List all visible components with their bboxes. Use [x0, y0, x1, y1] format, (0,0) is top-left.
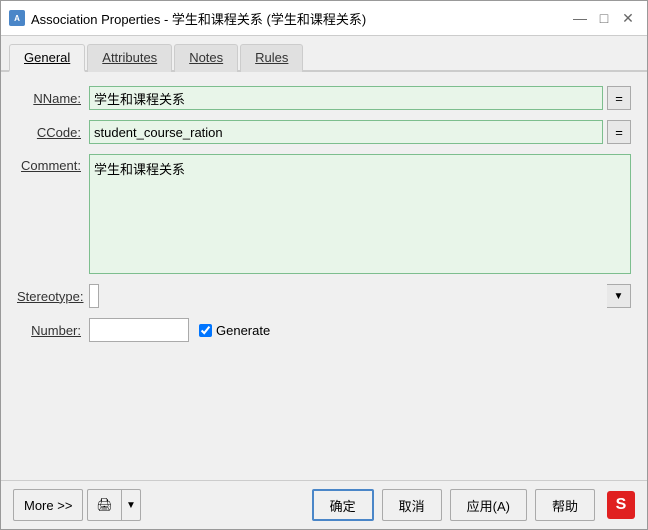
cancel-button[interactable]: 取消	[382, 489, 442, 521]
comment-row: Comment: 学生和课程关系	[17, 154, 631, 274]
stereotype-dropdown-icon: ▼	[607, 284, 631, 308]
name-row: NName: =	[17, 86, 631, 110]
code-label: CCode:	[17, 125, 89, 140]
generate-checkbox[interactable]	[199, 324, 212, 337]
number-label: Number:	[17, 323, 89, 338]
more-button[interactable]: More >>	[13, 489, 83, 521]
name-label-text: Name:	[43, 91, 81, 106]
comment-field: 学生和课程关系	[89, 154, 631, 274]
name-label: NName:	[17, 91, 89, 106]
close-button[interactable]: ✕	[617, 7, 639, 29]
tab-general-label: eneral	[34, 50, 70, 65]
code-row: CCode: =	[17, 120, 631, 144]
maximize-button[interactable]: □	[593, 7, 615, 29]
apply-button[interactable]: 应用(A)	[450, 489, 527, 521]
comment-label: Comment:	[17, 154, 89, 173]
footer-right: 确定 取消 应用(A) 帮助 S	[312, 489, 635, 521]
code-field: =	[89, 120, 631, 144]
window-title: Association Properties - 学生和课程关系 (学生和课程关…	[31, 9, 366, 28]
main-window: A Association Properties - 学生和课程关系 (学生和课…	[0, 0, 648, 530]
tab-attributes-label: ttributes	[111, 50, 157, 65]
footer-left: More >> 🖨 ▼	[13, 489, 141, 521]
form-content: NName: = CCode: = Comment: 学生和课程关系	[1, 72, 647, 480]
tab-general[interactable]: General	[9, 44, 85, 72]
number-label-text: Number:	[31, 323, 81, 338]
stereotype-select[interactable]	[89, 284, 99, 308]
comment-label-text: Comment:	[21, 158, 81, 173]
tab-rules[interactable]: Rules	[240, 44, 303, 72]
tab-bar: General Attributes Notes Rules	[1, 36, 647, 72]
number-input[interactable]	[89, 318, 189, 342]
svg-text:A: A	[14, 14, 20, 23]
number-field: Generate	[89, 318, 631, 342]
stereotype-label-text: tereotype:	[26, 289, 84, 304]
code-label-text: Code:	[46, 125, 81, 140]
name-input[interactable]	[89, 86, 603, 110]
print-icon: 🖨	[88, 490, 122, 520]
title-bar: A Association Properties - 学生和课程关系 (学生和课…	[1, 1, 647, 36]
name-eq-button[interactable]: =	[607, 86, 631, 110]
stereotype-row: Stereotype: ▼	[17, 284, 631, 308]
tab-attributes[interactable]: Attributes	[87, 44, 172, 72]
number-row: Number: Generate	[17, 318, 631, 342]
comment-textarea[interactable]: 学生和课程关系	[89, 154, 631, 274]
code-input[interactable]	[89, 120, 603, 144]
generate-label: Generate	[216, 323, 270, 338]
title-bar-left: A Association Properties - 学生和课程关系 (学生和课…	[9, 9, 366, 28]
stereotype-select-wrapper: ▼	[89, 284, 631, 308]
confirm-button[interactable]: 确定	[312, 489, 374, 521]
generate-checkbox-label[interactable]: Generate	[199, 323, 270, 338]
minimize-button[interactable]: —	[569, 7, 591, 29]
tab-notes[interactable]: Notes	[174, 44, 238, 72]
print-button[interactable]: 🖨 ▼	[87, 489, 140, 521]
title-controls: — □ ✕	[569, 7, 639, 29]
window-icon: A	[9, 10, 25, 26]
help-button[interactable]: 帮助	[535, 489, 595, 521]
name-field: =	[89, 86, 631, 110]
stereotype-label: Stereotype:	[17, 289, 89, 304]
tab-notes-label: otes	[199, 50, 224, 65]
code-eq-button[interactable]: =	[607, 120, 631, 144]
print-dropdown-arrow: ▼	[122, 490, 140, 520]
stereotype-field: ▼	[89, 284, 631, 308]
s-badge: S	[607, 491, 635, 519]
footer: More >> 🖨 ▼ 确定 取消 应用(A) 帮助 S	[1, 480, 647, 529]
tab-rules-label: ules	[265, 50, 289, 65]
